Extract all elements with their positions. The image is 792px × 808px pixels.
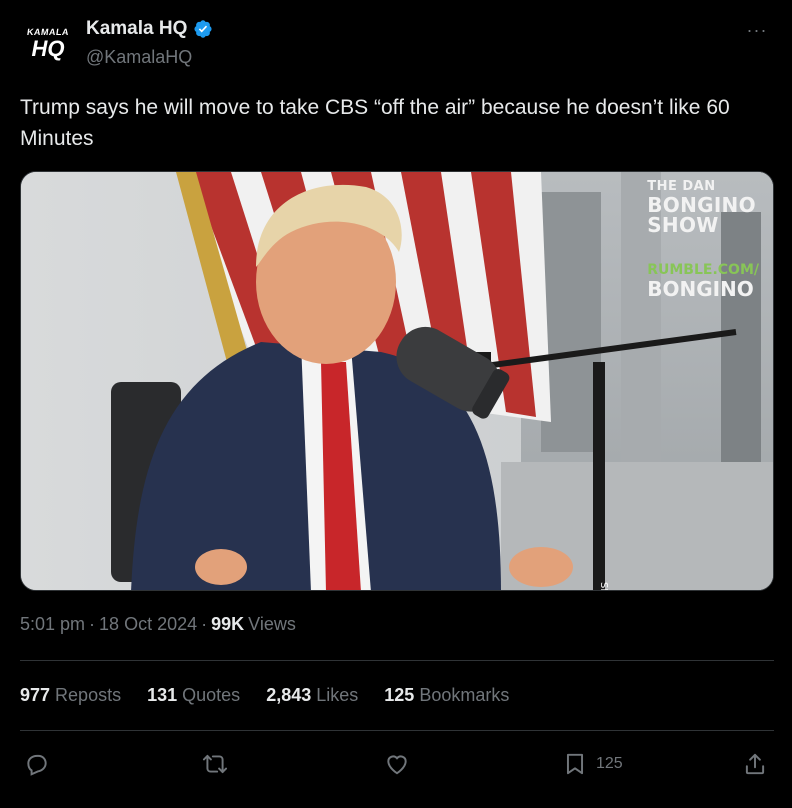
avatar[interactable]: KAMALA HQ	[20, 16, 76, 72]
more-options-button[interactable]: ···	[742, 20, 772, 40]
bookmarks-stat[interactable]: 125 Bookmarks	[384, 685, 509, 706]
repost-button[interactable]	[202, 748, 228, 780]
likes-label: Likes	[316, 685, 359, 705]
heart-icon	[387, 755, 407, 775]
bookmarks-label: Bookmarks	[419, 685, 510, 705]
share-icon	[745, 753, 765, 775]
engagement-stats: 977 Reposts 131 Quotes 2,843 Likes 125 B…	[20, 685, 509, 706]
mic-brand-text: SHURE	[598, 582, 609, 591]
tweet-date[interactable]: 18 Oct 2024	[99, 614, 197, 635]
like-button[interactable]	[384, 748, 410, 780]
meta-separator: ·	[89, 614, 96, 634]
verified-badge-icon[interactable]	[193, 19, 213, 39]
tweet-header: KAMALA HQ Kamala HQ @KamalaHQ ···	[20, 16, 772, 72]
watermark-line-4: RUMBLE.COM/	[647, 262, 759, 278]
tweet-text: Trump says he will move to take CBS “off…	[20, 96, 730, 150]
views-label: Views	[248, 614, 296, 634]
bookmark-count: 125	[596, 755, 623, 772]
avatar-big-text: HQ	[31, 36, 65, 61]
views-count: 99K	[211, 614, 245, 634]
likes-count: 2,843	[266, 685, 312, 705]
reply-icon	[27, 754, 47, 776]
watermark-line-3: SHOW	[647, 213, 719, 237]
action-bar: 125	[20, 748, 772, 780]
quotes-count: 131	[147, 685, 178, 705]
tweet-time[interactable]: 5:01 pm	[20, 614, 85, 635]
reposts-count: 977	[20, 685, 51, 705]
display-name[interactable]: Kamala HQ	[86, 18, 187, 40]
likes-stat[interactable]: 2,843 Likes	[266, 685, 358, 706]
bookmark-button[interactable]: 125	[562, 748, 623, 780]
watermark-line-5: BONGINO	[647, 277, 754, 301]
handle[interactable]: @KamalaHQ	[86, 47, 192, 68]
divider	[20, 660, 774, 661]
reposts-label: Reposts	[55, 685, 122, 705]
quotes-stat[interactable]: 131 Quotes	[147, 685, 240, 706]
reply-button[interactable]	[24, 748, 50, 780]
watermark-line-1: THE DAN	[647, 179, 716, 194]
video-player[interactable]: SHURE THE DAN BONGINO SHOW RUMBLE.COM/ B…	[20, 171, 774, 591]
repost-icon	[202, 754, 228, 774]
reposts-stat[interactable]: 977 Reposts	[20, 685, 121, 706]
show-watermark: THE DAN BONGINO SHOW RUMBLE.COM/ BONGINO	[647, 180, 759, 299]
meta-separator: ·	[201, 614, 208, 634]
name-row: Kamala HQ	[86, 18, 213, 40]
quotes-label: Quotes	[182, 685, 241, 705]
tweet-meta: 5:01 pm · 18 Oct 2024 · 99K Views	[20, 614, 296, 635]
watermark-line-2: BONGINO	[647, 193, 756, 217]
bookmark-icon	[566, 753, 584, 775]
bookmarks-count: 125	[384, 685, 415, 705]
divider	[20, 730, 774, 731]
share-button[interactable]	[742, 748, 768, 780]
avatar-small-text: KAMALA	[26, 27, 70, 37]
